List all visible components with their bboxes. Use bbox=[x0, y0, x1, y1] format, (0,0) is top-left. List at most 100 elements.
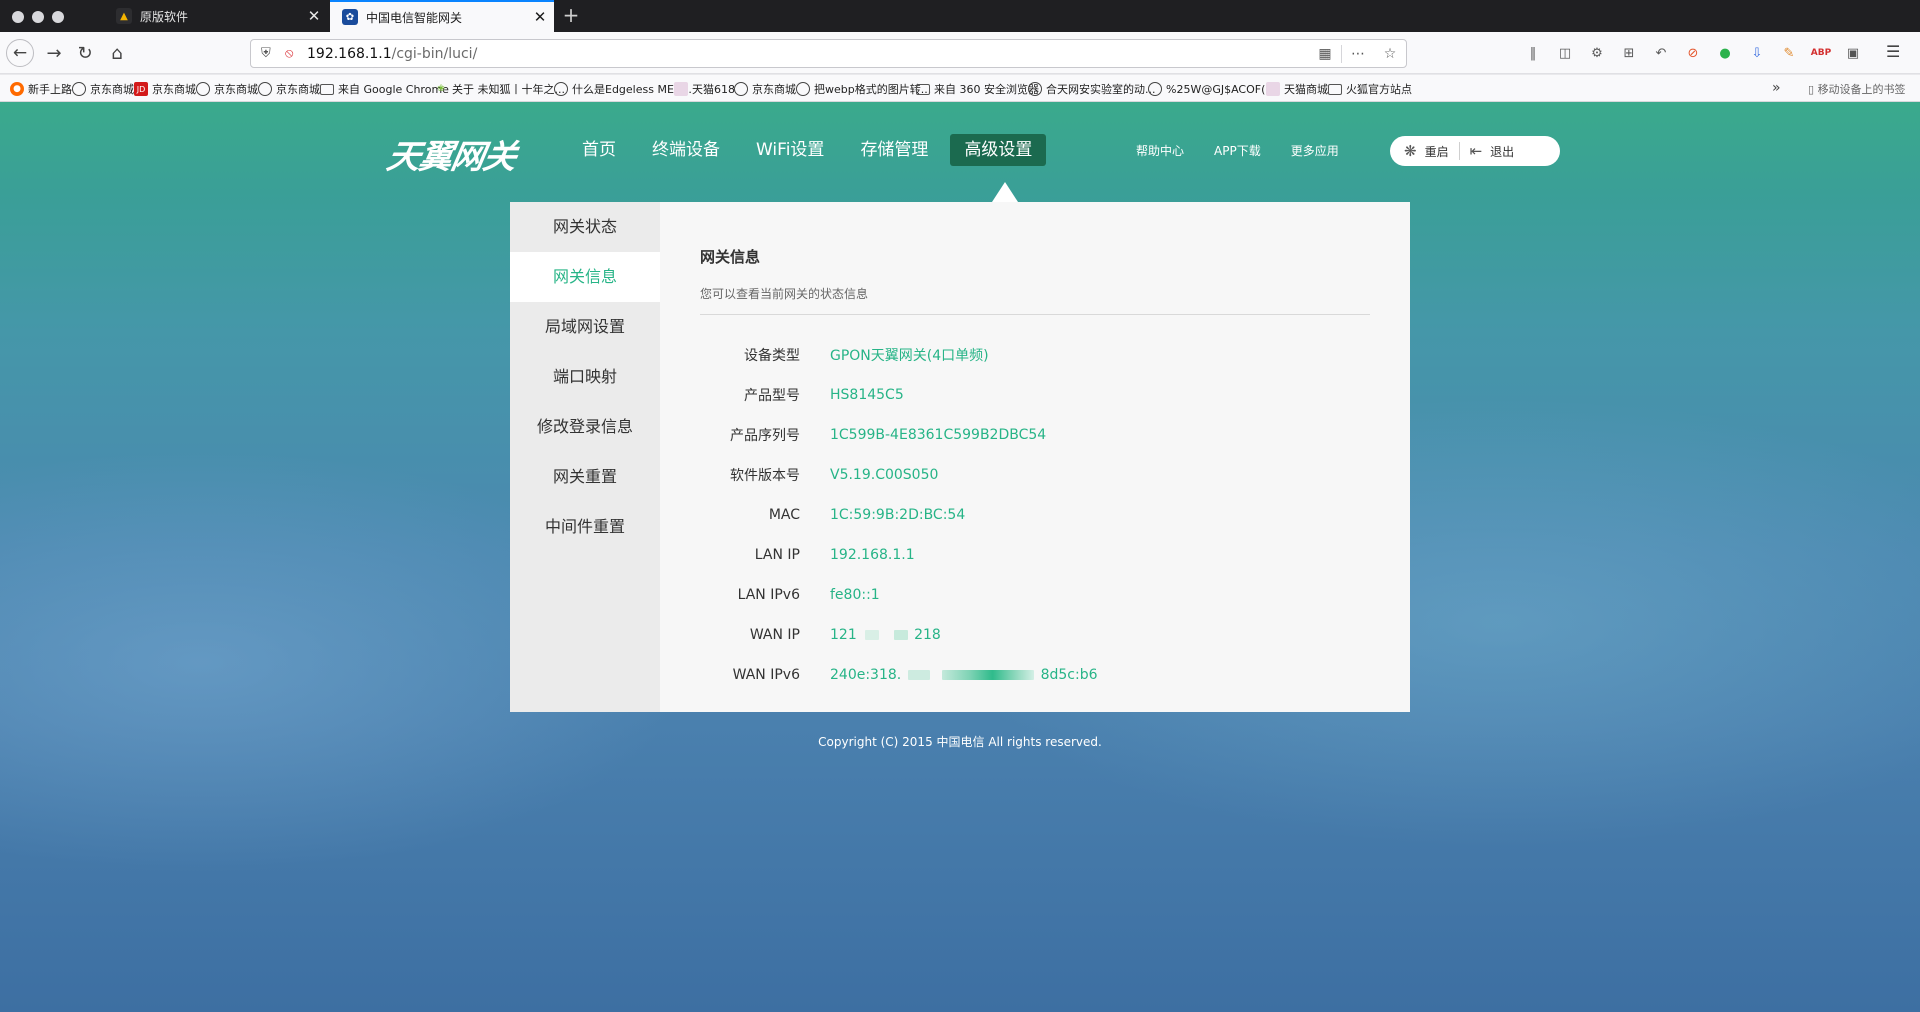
bookmark-item[interactable]: 京东商城 bbox=[258, 80, 320, 98]
insecure-lock-icon[interactable]: ⦸ bbox=[285, 46, 303, 61]
bookmark-star-icon[interactable]: ☆ bbox=[1374, 46, 1406, 62]
maximize-window-button[interactable] bbox=[52, 11, 64, 23]
nav-terminal-devices[interactable]: 终端设备 bbox=[638, 134, 734, 166]
page-title: 网关信息 bbox=[700, 248, 761, 266]
nav-advanced-settings[interactable]: 高级设置 bbox=[950, 134, 1047, 166]
side-item-lan-settings[interactable]: 局域网设置 bbox=[510, 302, 660, 352]
bookmark-folder[interactable]: 火狐官方站点 bbox=[1328, 80, 1412, 98]
more-apps-link[interactable]: 更多应用 bbox=[1291, 142, 1339, 159]
info-row-wan-ip: WAN IP 121 218 bbox=[749, 627, 941, 643]
adblock-icon[interactable]: ABP bbox=[1808, 41, 1834, 65]
bookmark-item[interactable]: 什么是Edgeless ME -... bbox=[554, 80, 692, 98]
bookmark-item[interactable]: 合天网安实验室的动... bbox=[1028, 80, 1156, 98]
browser-toolbar: ← → ↻ ⌂ ⛨ ⦸ 192.168.1.1/cgi-bin/luci/ ▦ … bbox=[0, 32, 1920, 74]
mobile-bookmarks[interactable]: ▯ 移动设备上的书签 bbox=[1808, 81, 1906, 97]
info-row-wan-ipv6: WAN IPv6 240e:318. 8d5c:b6 bbox=[732, 667, 1098, 683]
tab-favicon-icon: ✿ bbox=[342, 9, 358, 25]
bookmark-item[interactable]: 天猫商城 bbox=[1266, 80, 1328, 98]
info-row-device-type: 设备类型 GPON天翼网关(4口单频) bbox=[744, 348, 989, 364]
close-window-button[interactable] bbox=[12, 11, 24, 23]
hamburger-menu-icon[interactable]: ☰ bbox=[1886, 42, 1900, 61]
info-row-lan-ip: LAN IP 192.168.1.1 bbox=[754, 547, 915, 563]
bookmark-item[interactable]: ❀ 关于 未知狐丨十年之... bbox=[434, 80, 565, 98]
library-icon[interactable]: ‖ bbox=[1520, 41, 1546, 65]
crop-icon[interactable]: ⊞ bbox=[1616, 41, 1642, 65]
bookmarks-bar: ● 新手上路 京东商城 JD 京东商城 京东商城 京东商城 来自 Google Ch… bbox=[0, 75, 1920, 102]
gateway-page: 天翼网关 首页 终端设备 WiFi设置 存储管理 高级设置 帮助中心 APP下载… bbox=[0, 102, 1920, 1012]
green-extension-icon[interactable]: ● bbox=[1712, 41, 1738, 65]
tab-title: 原版软件 bbox=[140, 9, 189, 24]
side-item-gateway-info[interactable]: 网关信息 bbox=[510, 252, 660, 302]
folder-icon bbox=[320, 83, 334, 95]
nav-storage-management[interactable]: 存储管理 bbox=[846, 134, 942, 166]
side-item-gateway-reset[interactable]: 网关重置 bbox=[510, 452, 660, 502]
restart-button[interactable]: ❋ 重启 bbox=[1390, 136, 1459, 166]
bookmark-item[interactable]: JD 京东商城 bbox=[134, 80, 196, 98]
info-row-software-version: 软件版本号 V5.19.C00S050 bbox=[730, 467, 939, 484]
download-icon[interactable]: ⇩ bbox=[1744, 41, 1770, 65]
url-text[interactable]: 192.168.1.1/cgi-bin/luci/ bbox=[307, 46, 1309, 62]
qr-code-icon[interactable]: ▦ bbox=[1309, 46, 1341, 62]
extension-icon[interactable]: ⚙ bbox=[1584, 41, 1610, 65]
redaction-block bbox=[865, 630, 880, 640]
jd-icon: JD bbox=[134, 82, 148, 96]
minimize-window-button[interactable] bbox=[32, 11, 44, 23]
globe-icon bbox=[734, 82, 748, 96]
side-menu: 网关状态 网关信息 局域网设置 端口映射 修改登录信息 网关重置 中间件重置 bbox=[510, 202, 660, 712]
browser-tab-gateway[interactable]: ✿ 中国电信智能网关 ✕ bbox=[330, 0, 554, 32]
forward-button[interactable]: → bbox=[42, 41, 66, 65]
sidebar-icon[interactable]: ◫ bbox=[1552, 41, 1578, 65]
side-item-modify-login[interactable]: 修改登录信息 bbox=[510, 402, 660, 452]
url-bar[interactable]: ⛨ ⦸ 192.168.1.1/cgi-bin/luci/ ▦ ⋯ ☆ bbox=[250, 39, 1407, 68]
more-bookmarks-chevron-icon[interactable]: » bbox=[1772, 80, 1781, 96]
copyright: Copyright (C) 2015 中国电信 All rights reser… bbox=[818, 735, 1102, 749]
info-table: 设备类型 GPON天翼网关(4口单频) 产品型号 HS8145C5 产品序列号 … bbox=[700, 335, 1370, 695]
home-button[interactable]: ⌂ bbox=[105, 41, 129, 65]
bookmark-item[interactable]: ● 新手上路 bbox=[10, 80, 72, 98]
globe-icon bbox=[796, 82, 810, 96]
bookmark-item[interactable]: 京东商城 bbox=[734, 80, 796, 98]
top-links: 帮助中心 APP下载 更多应用 bbox=[1136, 142, 1339, 159]
bookmark-folder[interactable]: 来自 360 安全浏览器 bbox=[916, 80, 1039, 98]
side-item-middleware-reset[interactable]: 中间件重置 bbox=[510, 502, 660, 552]
bookmark-folder[interactable]: 来自 Google Chrome bbox=[320, 80, 449, 98]
main-nav: 首页 终端设备 WiFi设置 存储管理 高级设置 bbox=[568, 134, 1047, 166]
close-tab-icon[interactable]: ✕ bbox=[300, 7, 328, 25]
browser-tab-original-software[interactable]: ▲ 原版软件 ✕ bbox=[104, 0, 328, 32]
folder-icon bbox=[1328, 83, 1342, 95]
pen-icon[interactable]: ✎ bbox=[1776, 41, 1802, 65]
info-row-model: 产品型号 HS8145C5 bbox=[744, 387, 904, 404]
globe-icon bbox=[554, 82, 568, 96]
info-row-lan-ipv6: LAN IPv6 fe80::1 bbox=[737, 587, 880, 603]
back-button[interactable]: ← bbox=[6, 39, 34, 67]
undo-icon[interactable]: ↶ bbox=[1648, 41, 1674, 65]
new-tab-button[interactable]: + bbox=[558, 4, 584, 28]
page-description: 您可以查看当前网关的状态信息 bbox=[700, 285, 1370, 315]
nav-home[interactable]: 首页 bbox=[568, 134, 630, 166]
reload-button[interactable]: ↻ bbox=[73, 41, 97, 65]
side-item-gateway-status[interactable]: 网关状态 bbox=[510, 202, 660, 252]
help-center-link[interactable]: 帮助中心 bbox=[1136, 142, 1184, 159]
block-icon[interactable]: ⊘ bbox=[1680, 41, 1706, 65]
side-item-port-mapping[interactable]: 端口映射 bbox=[510, 352, 660, 402]
bookmark-item[interactable]: 京东商城 bbox=[196, 80, 258, 98]
restart-logout-pill: ❋ 重启 ⇤ 退出 bbox=[1390, 136, 1560, 166]
page-actions-icon[interactable]: ⋯ bbox=[1342, 46, 1374, 62]
toolbar-extensions: ‖ ◫ ⚙ ⊞ ↶ ⊘ ● ⇩ ✎ ABP ▣ bbox=[1520, 41, 1866, 65]
bookmark-item[interactable]: %25W@GJ$ACOF(... bbox=[1148, 80, 1276, 98]
bookmark-item[interactable]: 天猫618 bbox=[674, 80, 735, 98]
bookmark-item[interactable]: 把webp格式的图片转... bbox=[796, 80, 931, 98]
active-nav-pointer bbox=[992, 182, 1018, 202]
close-tab-icon[interactable]: ✕ bbox=[526, 8, 554, 26]
logout-button[interactable]: ⇤ 退出 bbox=[1460, 136, 1525, 166]
tracking-shield-icon[interactable]: ⛨ bbox=[261, 46, 277, 61]
puzzle-icon[interactable]: ▣ bbox=[1840, 41, 1866, 65]
logout-icon: ⇤ bbox=[1469, 142, 1483, 160]
app-download-link[interactable]: APP下载 bbox=[1214, 142, 1261, 159]
spinner-icon: ❋ bbox=[1404, 142, 1417, 160]
redaction-block bbox=[942, 670, 1035, 680]
bookmark-item[interactable]: 京东商城 bbox=[72, 80, 134, 98]
globe-icon bbox=[1028, 82, 1042, 96]
nav-wifi-settings[interactable]: WiFi设置 bbox=[742, 134, 838, 166]
leaf-icon: ❀ bbox=[437, 84, 445, 94]
